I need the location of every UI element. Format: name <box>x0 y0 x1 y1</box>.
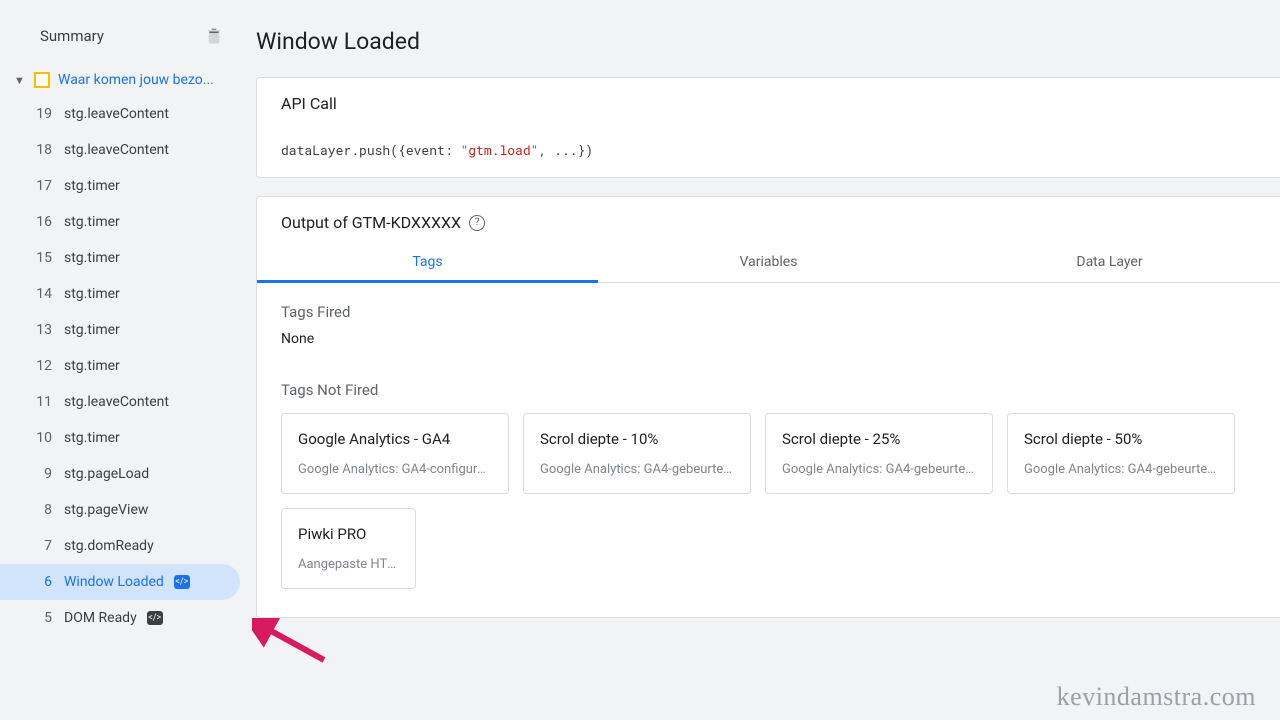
chevron-down-icon: ▼ <box>14 74 28 87</box>
event-row[interactable]: 17 stg.timer <box>0 168 240 204</box>
event-row[interactable]: 8 stg.pageView <box>0 492 240 528</box>
page-title: Waar komen jouw bezo... <box>58 72 214 88</box>
clear-all-icon[interactable] <box>204 26 224 46</box>
event-row[interactable]: 19 stg.leaveContent <box>0 96 240 132</box>
event-num: 12 <box>28 358 52 374</box>
event-row[interactable]: 5 DOM Ready </> <box>0 600 240 636</box>
event-name: stg.timer <box>64 250 120 266</box>
tags-fired-label: Tags Fired <box>257 283 1280 331</box>
page-group[interactable]: ▼ Waar komen jouw bezo... <box>0 66 240 96</box>
event-badge-icon: </> <box>174 575 190 589</box>
event-num: 10 <box>28 430 52 446</box>
event-num: 19 <box>28 106 52 122</box>
event-row[interactable]: 12 stg.timer <box>0 348 240 384</box>
api-call-card: API Call dataLayer.push({event: "gtm.loa… <box>256 77 1280 178</box>
event-name: stg.pageView <box>64 502 148 518</box>
event-row[interactable]: 9 stg.pageLoad <box>0 456 240 492</box>
event-name: stg.leaveContent <box>64 142 169 158</box>
api-call-value: "gtm.load" <box>460 141 538 159</box>
api-call-suffix: , ...}) <box>538 141 593 159</box>
event-name: Window Loaded <box>64 574 164 590</box>
event-num: 18 <box>28 142 52 158</box>
tag-type: Google Analytics: GA4-gebeurtenis <box>1024 462 1218 477</box>
event-num: 17 <box>28 178 52 194</box>
sidebar: Summary ▼ Waar komen jouw bezo... 19 stg.… <box>0 0 240 720</box>
tag-type: Aangepaste HTML <box>298 557 399 572</box>
event-num: 9 <box>28 466 52 482</box>
event-row[interactable]: 14 stg.timer <box>0 276 240 312</box>
tag-card[interactable]: Piwki PRO Aangepaste HTML <box>281 508 416 589</box>
event-name: stg.timer <box>64 322 120 338</box>
event-num: 8 <box>28 502 52 518</box>
tabs: TagsVariablesData Layer <box>257 240 1280 283</box>
event-num: 13 <box>28 322 52 338</box>
arrow-annotation <box>252 618 332 668</box>
event-name: stg.timer <box>64 430 120 446</box>
api-call-prefix: dataLayer.push({event: <box>281 141 460 159</box>
page-heading: Window Loaded <box>256 28 1280 55</box>
help-icon[interactable]: ? <box>469 215 485 231</box>
tags-not-fired-label: Tags Not Fired <box>257 361 1280 409</box>
tag-name: Piwki PRO <box>298 525 399 543</box>
event-row[interactable]: 10 stg.timer <box>0 420 240 456</box>
tag-card[interactable]: Google Analytics - GA4 Google Analytics: … <box>281 413 509 494</box>
event-row[interactable]: 13 stg.timer <box>0 312 240 348</box>
page-box-icon <box>34 72 50 88</box>
tag-card[interactable]: Scrol diepte - 25% Google Analytics: GA4-… <box>765 413 993 494</box>
event-num: 6 <box>28 574 52 590</box>
event-row[interactable]: 16 stg.timer <box>0 204 240 240</box>
tab-data-layer[interactable]: Data Layer <box>939 240 1280 282</box>
tag-name: Scrol diepte - 25% <box>782 430 976 448</box>
event-name: stg.domReady <box>64 538 154 554</box>
event-name: stg.timer <box>64 214 120 230</box>
event-num: 15 <box>28 250 52 266</box>
summary-title: Summary <box>40 27 104 45</box>
tag-name: Scrol diepte - 10% <box>540 430 734 448</box>
output-label: Output of GTM-KDXXXXX <box>281 213 461 232</box>
output-header: Output of GTM-KDXXXXX ? <box>257 197 1280 240</box>
event-row[interactable]: 11 stg.leaveContent <box>0 384 240 420</box>
tag-type: Google Analytics: GA4-gebeurtenis <box>782 462 976 477</box>
event-row[interactable]: 7 stg.domReady <box>0 528 240 564</box>
tab-tags[interactable]: Tags <box>257 240 598 282</box>
event-name: DOM Ready <box>64 610 137 626</box>
event-row[interactable]: 15 stg.timer <box>0 240 240 276</box>
summary-header[interactable]: Summary <box>0 16 240 66</box>
event-num: 16 <box>28 214 52 230</box>
event-list: 19 stg.leaveContent 18 stg.leaveContent 17 st… <box>0 96 240 636</box>
event-num: 11 <box>28 394 52 410</box>
tag-card[interactable]: Scrol diepte - 50% Google Analytics: GA4-… <box>1007 413 1235 494</box>
tag-type: Google Analytics: GA4-configuratie <box>298 462 492 477</box>
event-row[interactable]: 18 stg.leaveContent <box>0 132 240 168</box>
event-row[interactable]: 6 Window Loaded </> <box>0 564 240 600</box>
tab-variables[interactable]: Variables <box>598 240 939 282</box>
event-badge-icon: </> <box>147 611 163 625</box>
event-num: 14 <box>28 286 52 302</box>
watermark: kevindamstra.com <box>1057 682 1256 712</box>
tag-card[interactable]: Scrol diepte - 10% Google Analytics: GA4-… <box>523 413 751 494</box>
event-name: stg.leaveContent <box>64 106 169 122</box>
output-card: Output of GTM-KDXXXXX ? TagsVariablesDat… <box>256 196 1280 618</box>
event-num: 7 <box>28 538 52 554</box>
event-name: stg.timer <box>64 178 120 194</box>
api-call-code: dataLayer.push({event: "gtm.load", ...}) <box>257 129 1280 177</box>
event-num: 5 <box>28 610 52 626</box>
tag-name: Scrol diepte - 50% <box>1024 430 1218 448</box>
tags-fired-none: None <box>257 331 1280 361</box>
event-name: stg.timer <box>64 358 120 374</box>
tag-type: Google Analytics: GA4-gebeurtenis <box>540 462 734 477</box>
event-name: stg.leaveContent <box>64 394 169 410</box>
main-panel: Window Loaded API Call dataLayer.push({e… <box>240 0 1280 720</box>
event-name: stg.timer <box>64 286 120 302</box>
api-call-label: API Call <box>257 78 1280 129</box>
event-name: stg.pageLoad <box>64 466 149 482</box>
tags-not-fired-grid: Google Analytics - GA4 Google Analytics: … <box>257 409 1280 613</box>
tag-name: Google Analytics - GA4 <box>298 430 492 448</box>
